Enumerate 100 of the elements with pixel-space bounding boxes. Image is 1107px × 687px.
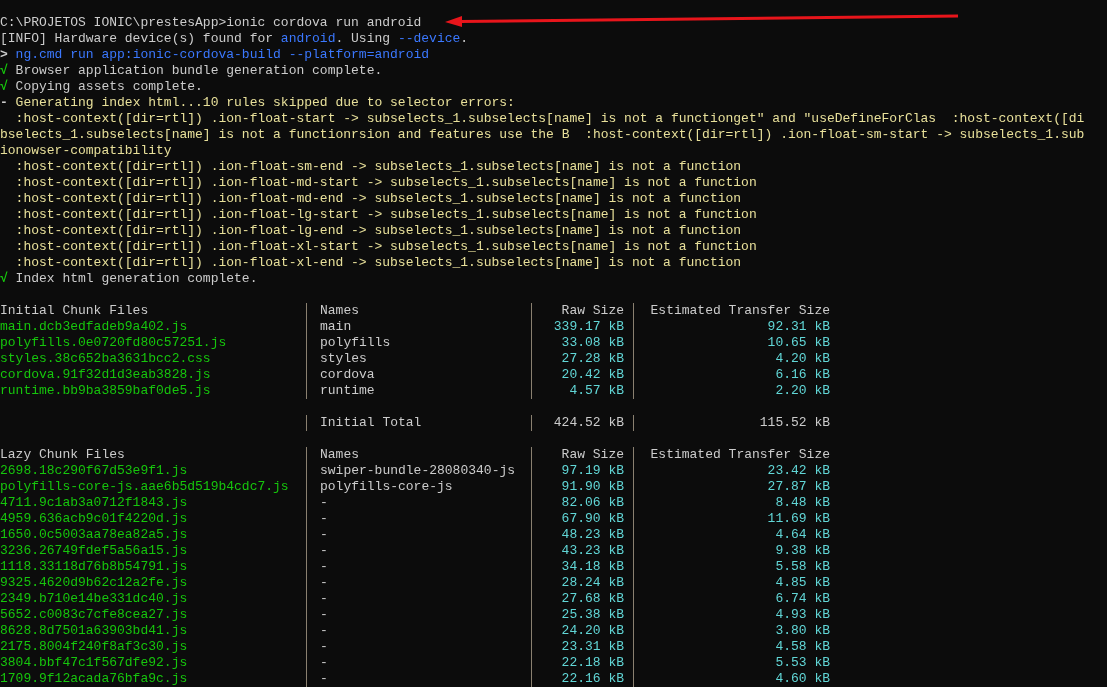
transfer-size-cell: 2.20 kB — [633, 383, 830, 399]
raw-size-cell: 24.20 kB — [531, 623, 633, 639]
column-header: Lazy Chunk Files — [0, 447, 126, 463]
transfer-size-cell: 4.20 kB — [633, 351, 830, 367]
console-line: :host-context([dir=rtl]) .ion-float-start -> subselects_1.subselects[name] is not a functionget" and "useDefineForClas :host-context([di — [14, 111, 1085, 127]
file-name-cell-text: 1118.33118d76b8b54791.js — [0, 559, 189, 575]
chunk-name-cell: polyfills — [306, 335, 531, 351]
file-name-cell-text: cordova.91f32d1d3eab3828.js — [0, 367, 212, 383]
raw-size-cell: 33.08 kB — [531, 335, 633, 351]
chunk-name-cell: - — [306, 511, 531, 527]
raw-size-cell: 82.06 kB — [531, 495, 633, 511]
chunk-name-cell: - — [306, 639, 531, 655]
transfer-size-cell: 4.58 kB — [633, 639, 830, 655]
raw-size-cell: 67.90 kB — [531, 511, 633, 527]
transfer-size-cell: 6.74 kB — [633, 591, 830, 607]
raw-size-cell: 34.18 kB — [531, 559, 633, 575]
transfer-size-cell: 23.42 kB — [633, 463, 830, 479]
file-name-cell-text: polyfills-core-js.aae6b5d519b4cdc7.js — [0, 479, 290, 495]
console-line: :host-context([dir=rtl]) .ion-float-xl-start -> subselects_1.subselects[name] is not a function — [14, 239, 757, 255]
console-line: ionowser-compatibility — [0, 143, 172, 159]
raw-size-cell: 48.23 kB — [531, 527, 633, 543]
transfer-size-cell: 4.93 kB — [633, 607, 830, 623]
total-transfer-size: 115.52 kB — [633, 415, 830, 431]
console-line: :host-context([dir=rtl]) .ion-float-md-start -> subselects_1.subselects[name] is not a function — [14, 175, 757, 191]
chunk-name-cell: - — [306, 543, 531, 559]
file-name-cell-text: 5652.c0083c7cfe8cea27.js — [0, 607, 189, 623]
file-name-cell-text: 3804.bbf47c1f567dfe92.js — [0, 655, 189, 671]
raw-size-cell: 20.42 kB — [531, 367, 633, 383]
transfer-size-cell: 92.31 kB — [633, 319, 830, 335]
file-name-cell-text: 1650.0c5003aa78ea82a5.js — [0, 527, 189, 543]
total-raw-size: 424.52 kB — [531, 415, 633, 431]
chunk-name-cell: - — [306, 655, 531, 671]
total-label: Initial Total — [306, 415, 531, 431]
column-header: Names — [306, 303, 531, 319]
transfer-size-cell: 4.85 kB — [633, 575, 830, 591]
transfer-size-cell: 9.38 kB — [633, 543, 830, 559]
chunk-name-cell: - — [306, 671, 531, 687]
file-name-cell-text: 9325.4620d9b62c12a2fe.js — [0, 575, 189, 591]
transfer-size-cell: 27.87 kB — [633, 479, 830, 495]
chunk-name-cell: swiper-bundle-28080340-js — [306, 463, 531, 479]
chunk-name-cell: runtime — [306, 383, 531, 399]
console-line: :host-context([dir=rtl]) .ion-float-lg-start -> subselects_1.subselects[name] is not a function — [14, 207, 757, 223]
raw-size-cell: 27.28 kB — [531, 351, 633, 367]
column-header: Names — [306, 447, 531, 463]
chunk-name-cell: - — [306, 495, 531, 511]
chunk-name-cell: polyfills-core-js — [306, 479, 531, 495]
file-name-cell-text: styles.38c652ba3631bcc2.css — [0, 351, 212, 367]
chunk-name-cell: styles — [306, 351, 531, 367]
console-line: :host-context([dir=rtl]) .ion-float-sm-end -> subselects_1.subselects[name] is not a function — [14, 159, 742, 175]
transfer-size-cell: 10.65 kB — [633, 335, 830, 351]
transfer-size-cell: 3.80 kB — [633, 623, 830, 639]
raw-size-cell: 4.57 kB — [531, 383, 633, 399]
console-line: :host-context([dir=rtl]) .ion-float-lg-end -> subselects_1.subselects[name] is not a function — [14, 223, 742, 239]
console-line: - Generating index html...10 rules skipped due to selector errors: — [0, 95, 515, 111]
console-line: √ Browser application bundle generation complete. — [0, 63, 383, 79]
raw-size-cell: 43.23 kB — [531, 543, 633, 559]
chunk-name-cell: - — [306, 527, 531, 543]
console-line: [INFO] Hardware device(s) found for android. Using --device. — [0, 31, 469, 47]
console-line: :host-context([dir=rtl]) .ion-float-md-end -> subselects_1.subselects[name] is not a function — [14, 191, 742, 207]
raw-size-cell: 97.19 kB — [531, 463, 633, 479]
file-name-cell-text: runtime.bb9ba3859baf0de5.js — [0, 383, 212, 399]
column-header: Raw Size — [531, 447, 633, 463]
console-line: C:\PROJETOS IONIC\prestesApp>ionic cordova run android — [0, 15, 422, 31]
file-name-cell-text: 2698.18c290f67d53e9f1.js — [0, 463, 189, 479]
file-name-cell-text: 3236.26749fdef5a56a15.js — [0, 543, 189, 559]
file-name-cell-text: 1709.9f12acada76bfa9c.js — [0, 671, 189, 687]
chunk-name-cell: - — [306, 591, 531, 607]
file-name-cell-text: 2175.8004f240f8af3c30.js — [0, 639, 189, 655]
raw-size-cell: 22.16 kB — [531, 671, 633, 687]
file-name-cell-text: 4711.9c1ab3a0712f1843.js — [0, 495, 189, 511]
console-line: bselects_1.subselects[name] is not a functionrsion and features use the B :host-context([dir=rtl]) .ion-float-sm-start -> subselects_1.sub — [0, 127, 1085, 143]
console-line: √ Copying assets complete. — [0, 79, 203, 95]
column-header: Estimated Transfer Size — [633, 447, 830, 463]
file-name-cell-text: 4959.636acb9c01f4220d.js — [0, 511, 189, 527]
transfer-size-cell: 4.60 kB — [633, 671, 830, 687]
raw-size-cell: 22.18 kB — [531, 655, 633, 671]
transfer-size-cell: 6.16 kB — [633, 367, 830, 383]
transfer-size-cell: 5.58 kB — [633, 559, 830, 575]
chunk-name-cell: main — [306, 319, 531, 335]
file-name-cell-text: 2349.b710e14be331dc40.js — [0, 591, 189, 607]
column-header: Estimated Transfer Size — [633, 303, 830, 319]
chunk-name-cell: cordova — [306, 367, 531, 383]
file-name-cell-text: 8628.8d7501a63903bd41.js — [0, 623, 189, 639]
file-name-cell-text: main.dcb3edfadeb9a402.js — [0, 319, 189, 335]
column-header: Initial Chunk Files — [0, 303, 150, 319]
chunk-name-cell: - — [306, 559, 531, 575]
raw-size-cell: 25.38 kB — [531, 607, 633, 623]
raw-size-cell: 27.68 kB — [531, 591, 633, 607]
chunk-name-cell: - — [306, 575, 531, 591]
raw-size-cell: 91.90 kB — [531, 479, 633, 495]
console-line: > ng.cmd run app:ionic-cordova-build --platform=android — [0, 47, 430, 63]
transfer-size-cell: 4.64 kB — [633, 527, 830, 543]
console-line: √ Index html generation complete. — [0, 271, 258, 287]
console-line: :host-context([dir=rtl]) .ion-float-xl-end -> subselects_1.subselects[name] is not a function — [14, 255, 742, 271]
chunk-name-cell: - — [306, 607, 531, 623]
transfer-size-cell: 5.53 kB — [633, 655, 830, 671]
raw-size-cell: 28.24 kB — [531, 575, 633, 591]
file-name-cell-text: polyfills.0e0720fd80c57251.js — [0, 335, 228, 351]
raw-size-cell: 339.17 kB — [531, 319, 633, 335]
transfer-size-cell: 11.69 kB — [633, 511, 830, 527]
